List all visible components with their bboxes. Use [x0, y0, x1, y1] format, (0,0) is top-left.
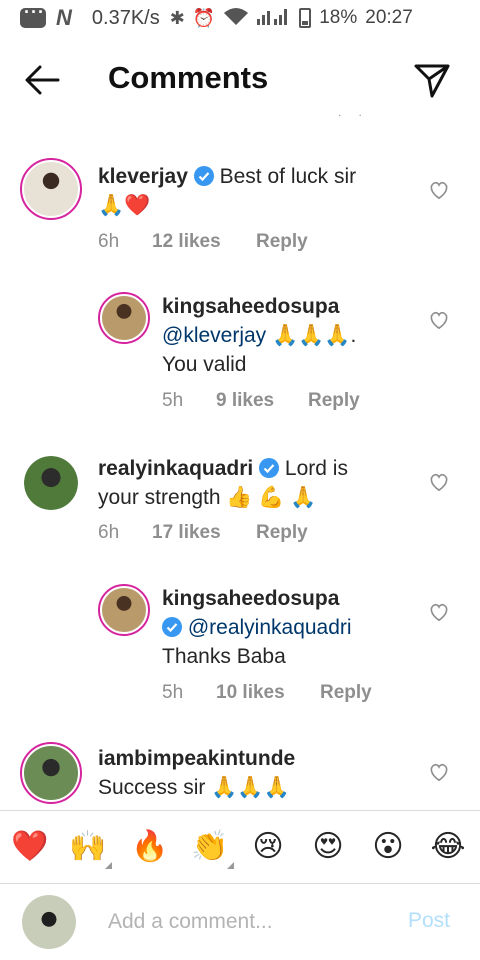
comment-text: kingsaheedosupa @realyinkaquadri Thanks …: [162, 584, 422, 671]
avatar[interactable]: [20, 158, 82, 220]
emoji-clap-button[interactable]: 👏: [190, 829, 234, 869]
comment-time: 5h: [162, 682, 184, 703]
comment-item: iambimpeakintunde Success sir 🙏🙏🙏: [0, 740, 480, 808]
signal-icon: [257, 7, 291, 30]
comment-body-line2: You valid: [162, 353, 247, 376]
comment-time: 6h: [98, 522, 120, 543]
comment-body: Best of luck sir: [219, 165, 357, 188]
comment-composer: Post: [0, 885, 480, 960]
verified-badge-icon: [193, 166, 214, 186]
verified-badge-icon: [162, 617, 182, 637]
comment-username[interactable]: kingsaheedosupa: [162, 295, 339, 318]
comment-body: 🙏🙏🙏.: [272, 324, 357, 347]
share-button[interactable]: [410, 60, 454, 100]
reply-button[interactable]: Reply: [256, 231, 308, 253]
emoji-surprised-button[interactable]: 😮: [368, 829, 408, 865]
back-button[interactable]: [22, 62, 62, 98]
comment-username[interactable]: kingsaheedosupa: [162, 587, 339, 610]
status-bar: N 0.37K/s ✱ ⏰ 18% 20:27: [0, 0, 480, 36]
alarm-icon: ⏰: [192, 7, 216, 28]
reply-button[interactable]: Reply: [256, 522, 308, 544]
comment-body-line2: your strength 👍 💪 🙏: [98, 486, 317, 509]
comment-text: iambimpeakintunde Success sir 🙏🙏🙏: [98, 744, 418, 802]
comment-input[interactable]: [108, 905, 388, 939]
avatar[interactable]: [24, 456, 78, 510]
avatar[interactable]: [98, 292, 150, 344]
comment-text: realyinkaquadri Lord is your strength 👍 …: [98, 454, 418, 512]
clock: 20:27: [365, 7, 413, 28]
comment-item: realyinkaquadri Lord is your strength 👍 …: [0, 450, 480, 560]
reply-button[interactable]: Reply: [308, 390, 360, 412]
battery-percent: 18%: [319, 7, 358, 28]
comment-text: kingsaheedosupa @kleverjay 🙏🙏🙏. You vali…: [162, 292, 422, 379]
emoji-heart-eyes-button[interactable]: 😍: [308, 829, 348, 865]
comment-username[interactable]: iambimpeakintunde: [98, 747, 295, 770]
arrow-left-icon: [25, 65, 60, 95]
scroll-indicator: ˙ ˙: [338, 112, 370, 128]
carrier-logo: N: [56, 5, 72, 30]
likes-count[interactable]: 12 likes: [152, 231, 256, 253]
reply-button[interactable]: Reply: [320, 682, 372, 704]
reply-item: kingsaheedosupa @kleverjay 🙏🙏🙏. You vali…: [0, 290, 480, 420]
reply-item: kingsaheedosupa @realyinkaquadri Thanks …: [0, 582, 480, 712]
emoji-quick-bar: ❤️ 🙌 🔥 👏 😢 😍 😮 😂: [0, 810, 480, 884]
page-title: Comments: [108, 60, 269, 95]
mention-link[interactable]: @realyinkaquadri: [188, 616, 352, 639]
comments-header: Comments: [0, 48, 480, 112]
emoji-raised-hands-button[interactable]: 🙌: [68, 829, 112, 869]
comment-meta: 6h 12 likes Reply: [98, 231, 308, 253]
mention-link[interactable]: @kleverjay: [162, 324, 266, 347]
bluetooth-icon: ✱: [169, 7, 185, 28]
emoji-sad-button[interactable]: 😢: [248, 829, 288, 865]
comment-text: kleverjay Best of luck sir 🙏❤️: [98, 162, 408, 220]
wifi-icon: [223, 7, 249, 30]
emoji-fire-button[interactable]: 🔥: [130, 829, 170, 865]
likes-count[interactable]: 9 likes: [216, 390, 308, 412]
comment-emojis: 🙏❤️: [98, 194, 151, 217]
emoji-laughing-button[interactable]: 😂: [428, 829, 468, 865]
network-speed: 0.37K/s: [91, 6, 160, 29]
comment-item: kleverjay Best of luck sir 🙏❤️ 6h 12 lik…: [0, 156, 480, 266]
emoji-heart-button[interactable]: ❤️: [10, 829, 50, 865]
comment-body: Success sir 🙏🙏🙏: [98, 776, 290, 799]
avatar[interactable]: [98, 584, 150, 636]
comment-meta: 5h 10 likes Reply: [162, 682, 372, 704]
comment-body-line2: Thanks Baba: [162, 645, 286, 668]
heart-icon[interactable]: [428, 310, 450, 330]
comment-meta: 5h 9 likes Reply: [162, 390, 360, 412]
heart-icon[interactable]: [428, 762, 450, 782]
chat-notification-icon: [20, 2, 46, 28]
send-icon: [414, 64, 450, 98]
heart-icon[interactable]: [428, 602, 450, 622]
comment-username[interactable]: kleverjay: [98, 165, 188, 188]
heart-icon[interactable]: [428, 180, 450, 200]
likes-count[interactable]: 17 likes: [152, 522, 256, 544]
current-user-avatar: [22, 895, 76, 949]
avatar[interactable]: [20, 742, 82, 804]
comment-time: 6h: [98, 231, 120, 252]
comment-meta: 6h 17 likes Reply: [98, 522, 308, 544]
heart-icon[interactable]: [428, 472, 450, 492]
verified-badge-icon: [259, 458, 280, 478]
comment-username[interactable]: realyinkaquadri: [98, 457, 253, 480]
post-button[interactable]: Post: [408, 909, 450, 933]
battery-icon: [299, 8, 312, 28]
likes-count[interactable]: 10 likes: [216, 682, 320, 704]
comment-time: 5h: [162, 390, 184, 411]
comment-body: Lord is: [284, 457, 348, 480]
